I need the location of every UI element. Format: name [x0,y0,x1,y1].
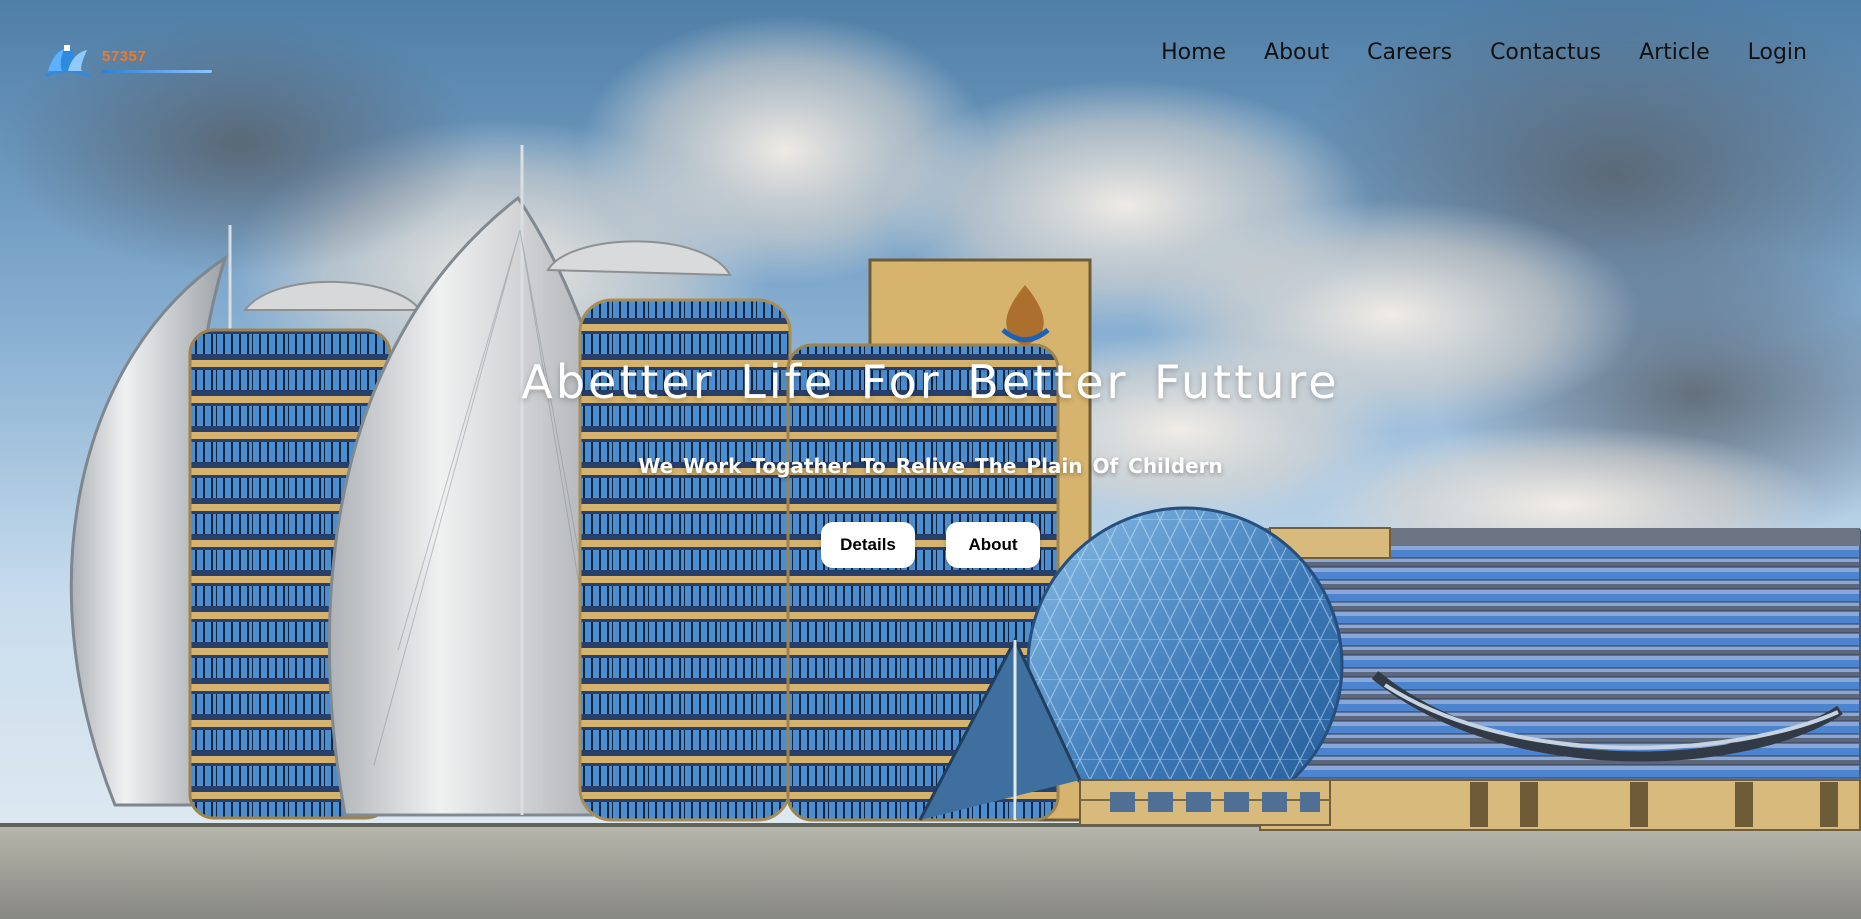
nav-contactus[interactable]: Contactus [1490,40,1601,65]
hero-title: Abetter Life For Better Futture [521,355,1340,409]
hospital-logo[interactable]: 57357 [40,40,220,82]
nav-login[interactable]: Login [1748,40,1807,65]
landing-page: 57357 Home About Careers Contactus Artic… [0,0,1861,919]
hospital-logo-icon [45,45,91,78]
site-header: 57357 Home About Careers Contactus Artic… [0,0,1861,120]
logo-number: 57357 [102,48,147,65]
logo-tagline-line [102,70,212,73]
nav-home[interactable]: Home [1161,40,1226,65]
hero-actions: Details About [0,522,1861,568]
nav-careers[interactable]: Careers [1367,40,1452,65]
main-navigation: Home About Careers Contactus Article Log… [1161,40,1807,65]
hero-subtitle: We Work Togather To Relive The Plain Of … [638,454,1223,478]
nav-about[interactable]: About [1264,40,1329,65]
details-button[interactable]: Details [821,522,915,568]
hero-content: Abetter Life For Better Futture We Work … [0,355,1861,568]
nav-article[interactable]: Article [1639,40,1710,65]
logo-text: 57357 [102,49,212,73]
about-button[interactable]: About [946,522,1040,568]
